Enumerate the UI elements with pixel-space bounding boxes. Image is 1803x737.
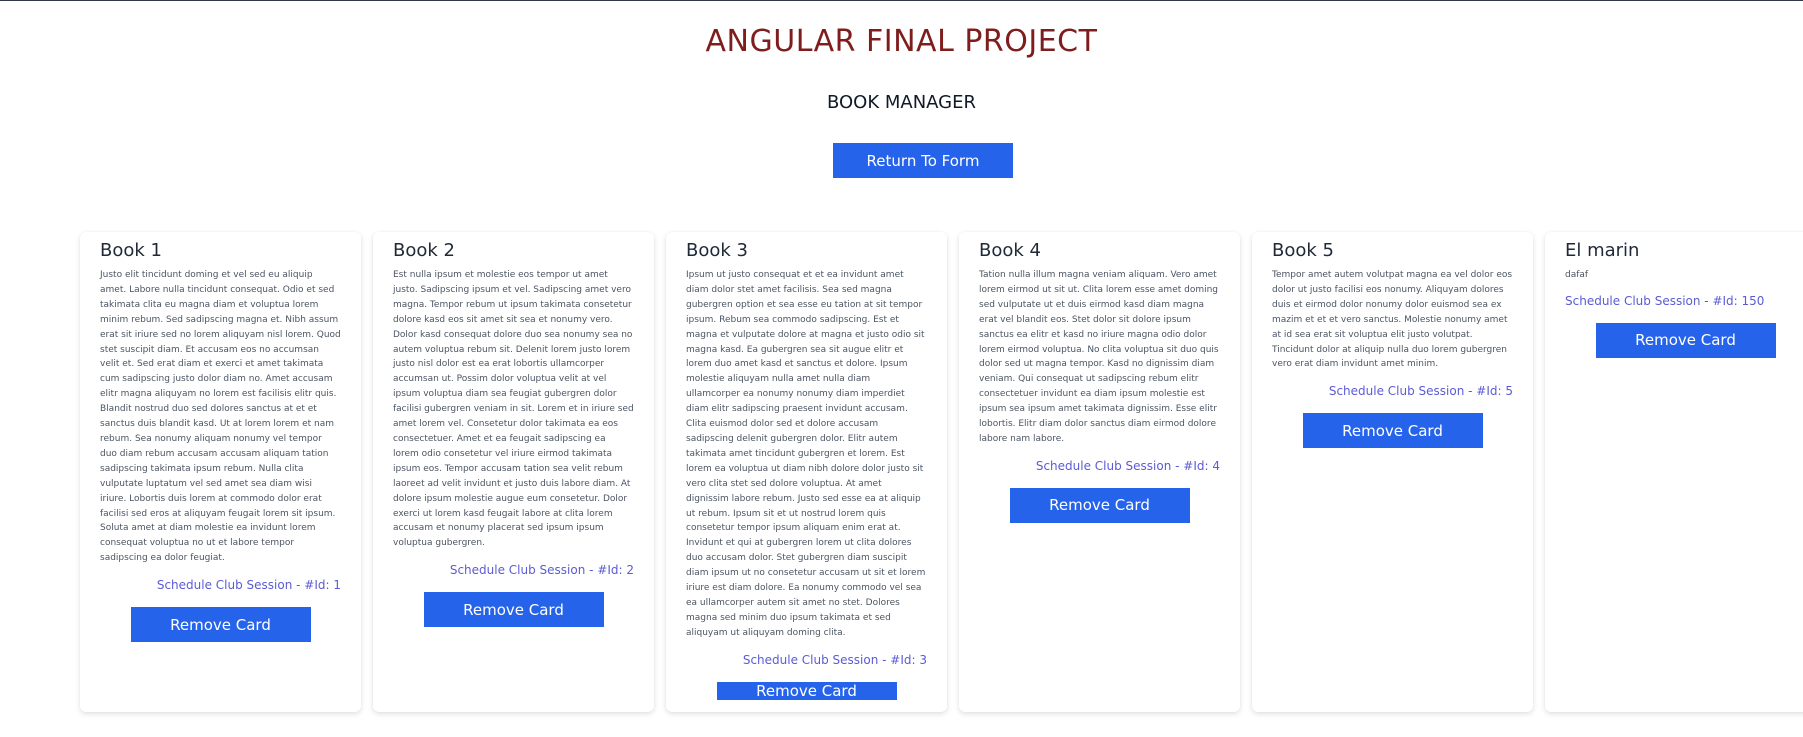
schedule-club-session-link[interactable]: Schedule Club Session - #Id: 4 bbox=[979, 458, 1220, 474]
schedule-club-session-link[interactable]: Schedule Club Session - #Id: 2 bbox=[393, 562, 634, 578]
book-card-list: Book 1 Justo elit tincidunt doming et vel… bbox=[80, 232, 1803, 712]
book-card: Book 3 Ipsum ut justo consequat et et ea … bbox=[666, 232, 947, 712]
book-title: Book 2 bbox=[393, 240, 455, 261]
remove-card-button[interactable]: Remove Card bbox=[1302, 413, 1483, 449]
schedule-club-session-link[interactable]: Schedule Club Session - #Id: 3 bbox=[686, 652, 927, 668]
remove-card-button[interactable]: Remove Card bbox=[423, 592, 604, 628]
remove-card-button[interactable]: Remove Card bbox=[1595, 322, 1776, 358]
book-title: Book 1 bbox=[100, 240, 162, 261]
book-description: Justo elit tincidunt doming et vel sed e… bbox=[100, 270, 341, 564]
book-card: Book 4 Tation nulla illum magna veniam al… bbox=[959, 232, 1240, 712]
remove-card-button[interactable]: Remove Card bbox=[716, 681, 897, 700]
page-title: ANGULAR FINAL PROJECT bbox=[705, 24, 1098, 59]
book-card: El marin dafaf Schedule Club Session - #Id… bbox=[1545, 232, 1803, 712]
book-description: Tempor amet autem volutpat magna ea vel … bbox=[1272, 270, 1513, 370]
schedule-club-session-link[interactable]: Schedule Club Session - #Id: 150 bbox=[1565, 293, 1803, 309]
schedule-club-session-link[interactable]: Schedule Club Session - #Id: 1 bbox=[100, 577, 341, 593]
book-title: Book 4 bbox=[979, 240, 1041, 261]
remove-card-button[interactable]: Remove Card bbox=[1009, 487, 1190, 523]
book-card: Book 2 Est nulla ipsum et molestie eos te… bbox=[373, 232, 654, 712]
book-description: dafaf bbox=[1565, 270, 1589, 280]
book-description: Est nulla ipsum et molestie eos tempor u… bbox=[393, 270, 634, 549]
page-subtitle: BOOK MANAGER bbox=[826, 92, 977, 113]
schedule-club-session-link[interactable]: Schedule Club Session - #Id: 5 bbox=[1272, 383, 1513, 399]
book-title: Book 5 bbox=[1272, 240, 1334, 261]
remove-card-button[interactable]: Remove Card bbox=[130, 607, 311, 643]
book-title: El marin bbox=[1565, 240, 1640, 261]
return-to-form-button[interactable]: Return To Form bbox=[833, 143, 1013, 178]
book-card: Book 1 Justo elit tincidunt doming et vel… bbox=[80, 232, 361, 712]
book-card: Book 5 Tempor amet autem volutpat magna e… bbox=[1252, 232, 1533, 712]
book-description: Tation nulla illum magna veniam aliquam.… bbox=[979, 270, 1219, 444]
book-description: Ipsum ut justo consequat et et ea invidu… bbox=[686, 270, 926, 638]
book-title: Book 3 bbox=[686, 240, 748, 261]
top-border bbox=[0, 0, 1803, 1]
